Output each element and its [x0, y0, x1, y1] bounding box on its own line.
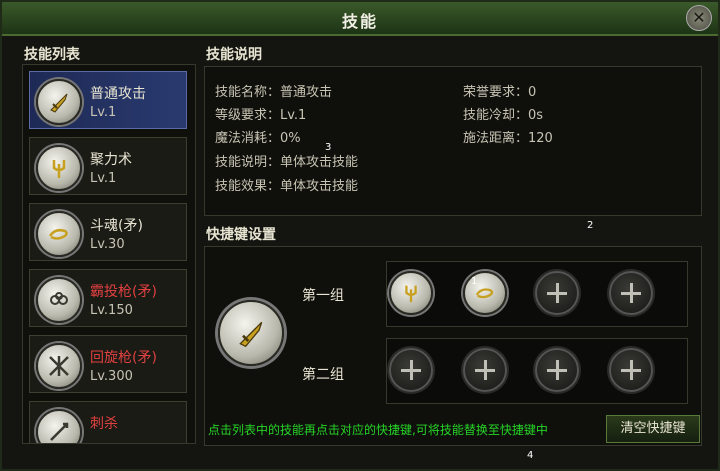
- skill-name: 霸投枪(矛): [90, 284, 157, 300]
- hotkey-group-2: [386, 338, 688, 404]
- skill-level: Lv.30: [90, 237, 125, 252]
- marker-3: 3: [325, 142, 332, 153]
- sword-icon: [36, 79, 82, 125]
- group-2-label: 第二组: [302, 367, 344, 383]
- skill-level: Lv.300: [90, 369, 133, 384]
- skill-list: 普通攻击 Lv.1 聚力术 Lv.1 斗魂(矛) Lv.30 霸投枪(矛) Lv…: [22, 64, 196, 444]
- skill-name-row: 技能名称：普通攻击: [215, 85, 333, 100]
- skill-item[interactable]: 刺杀: [29, 401, 187, 443]
- hotkey-heading: 快捷键设置: [206, 227, 276, 243]
- skill-item[interactable]: 霸投枪(矛) Lv.150: [29, 269, 187, 327]
- description-heading: 技能说明: [206, 47, 262, 63]
- honor-req-row: 荣誉要求：0: [463, 85, 537, 100]
- skill-level: Lv.150: [90, 303, 133, 318]
- marker-2: 2: [587, 220, 594, 231]
- spear-icon: [36, 409, 82, 443]
- skill-description-panel: 技能名称：普通攻击 等级要求：Lv.1 魔法消耗：0% 技能说明：单体攻击技能 …: [204, 66, 702, 216]
- swirl-icon: [36, 211, 82, 257]
- hotkey-group-1: [386, 261, 688, 327]
- skill-name: 普通攻击: [90, 86, 146, 102]
- sword-icon: [239, 321, 263, 348]
- flame-icon: [36, 277, 82, 323]
- skill-list-heading: 技能列表: [24, 47, 80, 63]
- hotkey-slot[interactable]: [463, 271, 507, 315]
- trident-icon: [405, 285, 417, 303]
- skill-name: 回旋枪(矛): [90, 350, 157, 366]
- skill-name: 斗魂(矛): [90, 218, 143, 234]
- hotkey-slot-empty[interactable]: [609, 348, 653, 392]
- hotkey-slot-empty[interactable]: [535, 348, 579, 392]
- marker-4: 4: [527, 450, 534, 461]
- hotkey-slot-empty[interactable]: [389, 348, 433, 392]
- skill-item[interactable]: 聚力术 Lv.1: [29, 137, 187, 195]
- cast-range-row: 施法距离：120: [463, 131, 553, 146]
- title-bar: 技能 ✕: [2, 2, 718, 36]
- hotkey-slot-empty[interactable]: [463, 348, 507, 392]
- skill-item[interactable]: 回旋枪(矛) Lv.300: [29, 335, 187, 393]
- hotkey-slot-empty[interactable]: [535, 271, 579, 315]
- skill-level: Lv.1: [90, 171, 117, 186]
- window-title: 技能: [341, 12, 378, 31]
- cooldown-row: 技能冷却：0s: [463, 108, 544, 123]
- skill-level: Lv.1: [90, 105, 117, 120]
- hotkey-slot[interactable]: [389, 271, 433, 315]
- trident-icon: [36, 145, 82, 191]
- hotkey-hint: 点击列表中的技能再点击对应的快捷键,可将技能替换至快捷键中: [208, 423, 548, 437]
- skill-item[interactable]: 斗魂(矛) Lv.30: [29, 203, 187, 261]
- skill-item[interactable]: 普通攻击 Lv.1: [29, 71, 187, 129]
- skill-desc-row: 技能说明：单体攻击技能: [215, 155, 359, 170]
- selected-skill-preview: [218, 300, 284, 366]
- skill-name: 聚力术: [90, 152, 132, 168]
- skill-name: 刺杀: [90, 416, 118, 432]
- mana-cost-row: 魔法消耗：0%: [215, 131, 301, 146]
- marker-1: 1: [471, 276, 478, 287]
- hotkey-slot-empty[interactable]: [609, 271, 653, 315]
- group-1-label: 第一组: [302, 288, 344, 304]
- clear-hotkeys-button[interactable]: 清空快捷键: [606, 415, 700, 443]
- skill-effect-row: 技能效果：单体攻击技能: [215, 179, 359, 194]
- level-req-row: 等级要求：Lv.1: [215, 108, 307, 123]
- close-icon[interactable]: ✕: [686, 5, 712, 31]
- crossed-spears-icon: [36, 343, 82, 389]
